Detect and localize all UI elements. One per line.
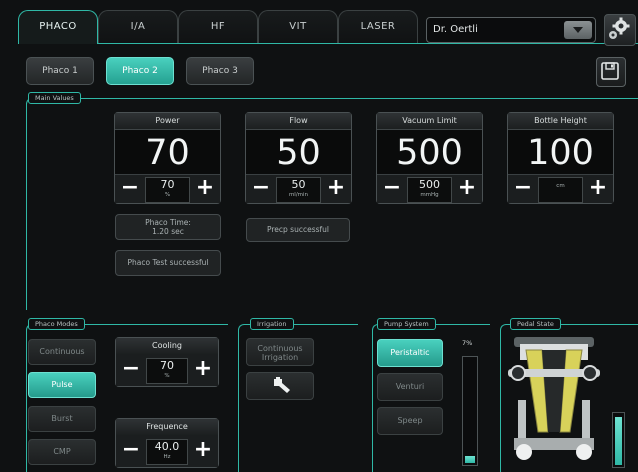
vacuum-setpoint: 500 mmHg [407, 177, 452, 203]
phaco-modes-label: Phaco Modes [28, 318, 85, 330]
frequence-control: − 40.0 Hz + [116, 435, 218, 467]
phaco-time-value: 1.20 sec [152, 227, 184, 236]
save-button[interactable] [596, 57, 626, 87]
power-set-value: 70 [160, 178, 175, 191]
bottle-plus-button[interactable]: + [587, 177, 609, 200]
irrigation-label: Irrigation [250, 318, 294, 330]
mode-continuous-button[interactable]: Continuous [28, 339, 96, 365]
frequence-minus-button[interactable]: − [120, 439, 142, 462]
cooling-title: Cooling [116, 338, 218, 355]
power-panel: Power 70 − 70 % + [114, 112, 221, 204]
continuous-irrigation-button[interactable]: Continuous Irrigation [246, 338, 314, 366]
flow-minus-button[interactable]: − [250, 177, 272, 200]
bottle-panel: Bottle Height 100 − cm + [507, 112, 614, 204]
continuous-irrigation-line1: Continuous [257, 344, 303, 353]
tab-hf[interactable]: HF [178, 10, 258, 44]
pump-system-label: Pump System [377, 318, 436, 330]
phaco-time-label: Phaco Time: [145, 218, 191, 227]
continuous-irrigation-line2: Irrigation [261, 353, 299, 362]
bottle-value: 100 [527, 133, 594, 173]
pump-level-text: 7% [462, 339, 473, 347]
vacuum-plus-button[interactable]: + [456, 177, 478, 200]
tab-ia[interactable]: I/A [98, 10, 178, 44]
tab-phaco[interactable]: PHACO [18, 10, 98, 44]
tab-underline [18, 43, 638, 44]
frequence-title: Frequence [116, 419, 218, 436]
cooling-setpoint: 70 % [146, 358, 188, 384]
pump-venturi-button[interactable]: Venturi [377, 373, 443, 401]
power-minus-button[interactable]: − [119, 177, 141, 200]
vacuum-title: Vacuum Limit [377, 113, 482, 130]
flow-panel: Flow 50 − 50 ml/min + [245, 112, 352, 204]
frequence-panel: Frequence − 40.0 Hz + [115, 418, 219, 468]
pedal-state-label: Pedal State [510, 318, 561, 330]
power-control: − 70 % + [115, 174, 220, 203]
tab-laser[interactable]: LASER [338, 10, 418, 44]
flow-control: − 50 ml/min + [246, 174, 351, 203]
pedal-level-bar [612, 412, 625, 468]
floppy-icon [601, 62, 619, 80]
bottle-setpoint: cm [538, 177, 583, 203]
flow-set-value: 50 [291, 178, 306, 191]
mode-pulse-button[interactable]: Pulse [28, 372, 96, 398]
pedal-graphic [508, 337, 600, 460]
gear-icon [609, 17, 630, 39]
surgeon-select[interactable]: Dr. Oertli [426, 17, 596, 43]
pump-level-fill [465, 456, 475, 463]
bottle-unit: cm [556, 183, 565, 189]
flow-unit: ml/min [288, 192, 309, 198]
phaco1-button[interactable]: Phaco 1 [26, 57, 94, 85]
power-plus-button[interactable]: + [194, 177, 216, 200]
frequence-unit: Hz [163, 454, 171, 460]
pedal-level-fill [615, 417, 622, 465]
vacuum-panel: Vacuum Limit 500 − 500 mmHg + [376, 112, 483, 204]
pump-speep-button[interactable]: Speep [377, 407, 443, 435]
cooling-panel: Cooling − 70 % + [115, 337, 219, 387]
vacuum-control: − 500 mmHg + [377, 174, 482, 203]
irrigation-handpiece-button[interactable] [246, 372, 314, 400]
bottle-title: Bottle Height [508, 113, 613, 130]
bottle-minus-button[interactable]: − [512, 177, 534, 200]
vacuum-value: 500 [396, 133, 463, 173]
frequence-setpoint: 40.0 Hz [146, 439, 188, 465]
flow-plus-button[interactable]: + [325, 177, 347, 200]
phaco2-button[interactable]: Phaco 2 [106, 57, 174, 85]
cooling-unit: % [164, 373, 170, 379]
power-setpoint: 70 % [145, 177, 190, 203]
power-value: 70 [145, 133, 190, 173]
tab-vit[interactable]: VIT [258, 10, 338, 44]
settings-button[interactable] [604, 14, 636, 46]
cooling-minus-button[interactable]: − [120, 358, 142, 381]
bottle-control: − cm + [508, 174, 613, 203]
cooling-value: 70 [160, 359, 174, 372]
mode-burst-button[interactable]: Burst [28, 406, 96, 432]
chevron-down-icon[interactable] [564, 21, 592, 39]
flow-title: Flow [246, 113, 351, 130]
phaco-test-status: Phaco Test successful [115, 250, 221, 276]
power-unit: % [164, 192, 171, 198]
cooling-control: − 70 % + [116, 354, 218, 386]
frequence-value: 40.0 [154, 440, 180, 453]
cooling-plus-button[interactable]: + [192, 358, 214, 381]
surgeon-select-value: Dr. Oertli [433, 24, 478, 35]
precp-status: Precp successful [246, 218, 350, 242]
pump-level-bar [462, 356, 478, 466]
frequence-plus-button[interactable]: + [192, 439, 214, 462]
phaco3-button[interactable]: Phaco 3 [186, 57, 254, 85]
vacuum-minus-button[interactable]: − [381, 177, 403, 200]
main-values-label: Main Values [28, 92, 81, 104]
mode-cmp-button[interactable]: CMP [28, 439, 96, 465]
flow-setpoint: 50 ml/min [276, 177, 321, 203]
pump-peristaltic-button[interactable]: Peristaltic [377, 339, 443, 367]
vacuum-set-value: 500 [419, 178, 440, 191]
phaco-time-status: Phaco Time: 1.20 sec [115, 214, 221, 240]
handpiece-icon [274, 377, 290, 393]
power-title: Power [115, 113, 220, 130]
flow-value: 50 [276, 133, 321, 173]
vacuum-unit: mmHg [420, 192, 439, 198]
